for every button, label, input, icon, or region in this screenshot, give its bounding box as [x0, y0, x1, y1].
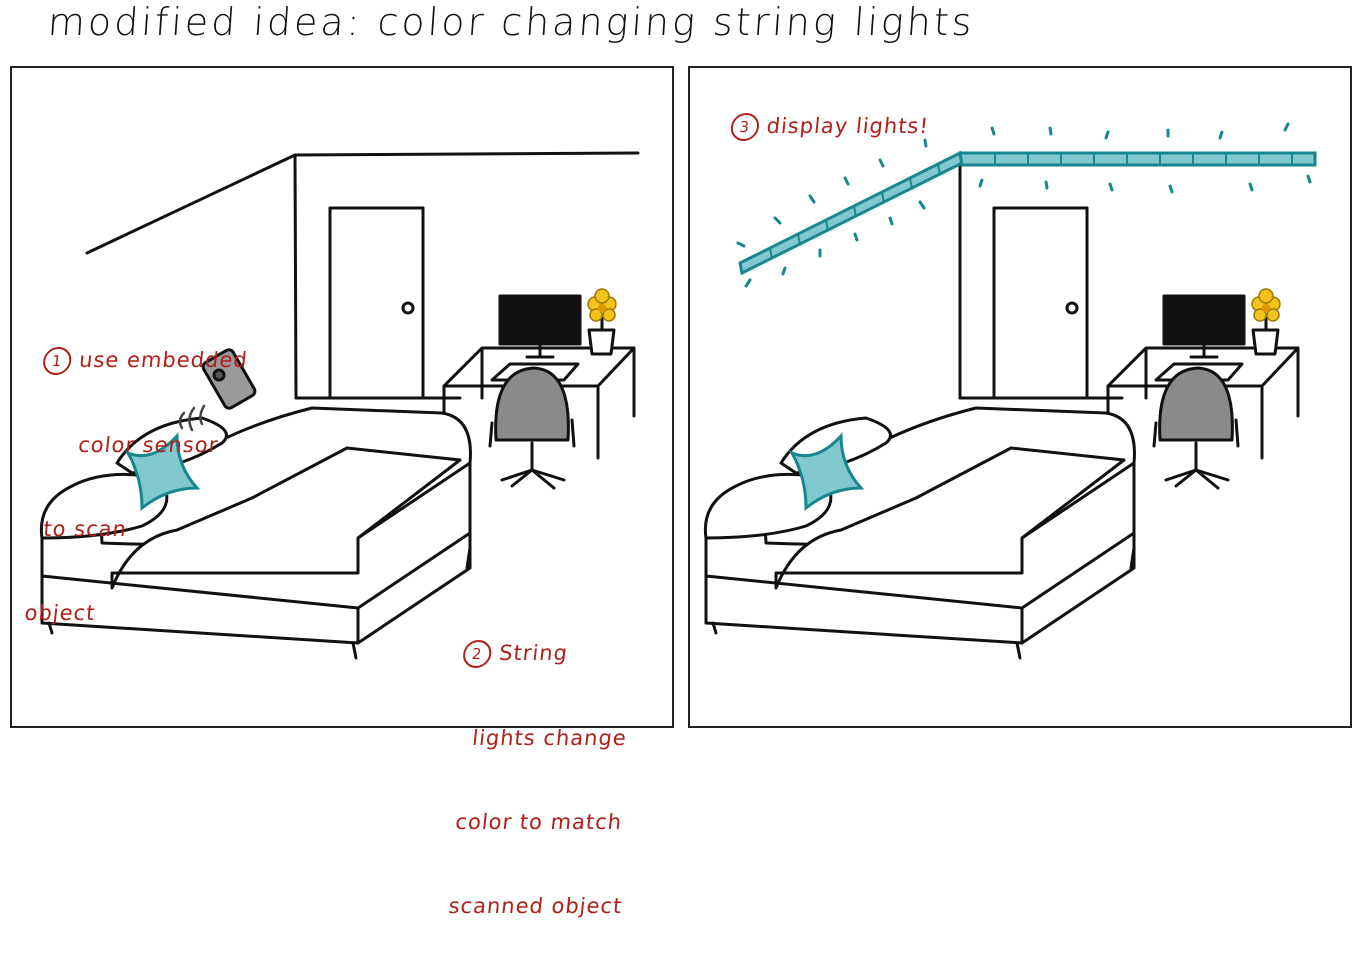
- step2-line-2: lights change: [471, 726, 629, 750]
- flower: [1251, 288, 1281, 322]
- panel-scan: 1 use embedded color sensor to scan objec…: [9, 66, 674, 918]
- monitor: [1162, 294, 1246, 346]
- wall-corner: [293, 154, 298, 400]
- flower-pot: [1251, 328, 1280, 356]
- step2-note: 2 String lights change color to match sca…: [429, 583, 656, 976]
- step2-line-1: String: [498, 641, 570, 665]
- step1-line-1: use embedded: [78, 348, 249, 372]
- ceiling-slope: [85, 151, 640, 255]
- flower: [587, 288, 617, 322]
- step1-line-3: to scan: [42, 517, 129, 541]
- step1-number: 1: [41, 347, 73, 375]
- flower-pot: [587, 328, 616, 356]
- step2-number: 2: [461, 640, 493, 668]
- monitor: [498, 294, 582, 346]
- step3-text: display lights!: [765, 114, 931, 138]
- step1-line-2: color sensor: [77, 433, 220, 457]
- step1-note: 1 use embedded color sensor to scan objec…: [9, 290, 255, 683]
- step2-line-3: color to match: [454, 810, 624, 834]
- page-title: modified idea: color changing string lig…: [46, 0, 977, 44]
- monitor-stand: [525, 342, 555, 359]
- monitor-stand: [1189, 342, 1219, 359]
- step3-note: 3 display lights!: [696, 84, 934, 169]
- step3-number: 3: [729, 113, 761, 141]
- panel-display: 3 display lights!: [688, 66, 1352, 728]
- door-knob: [1065, 301, 1079, 315]
- step2-line-4: scanned object: [447, 894, 624, 918]
- door-knob: [401, 301, 415, 315]
- step1-line-4: object: [23, 601, 97, 625]
